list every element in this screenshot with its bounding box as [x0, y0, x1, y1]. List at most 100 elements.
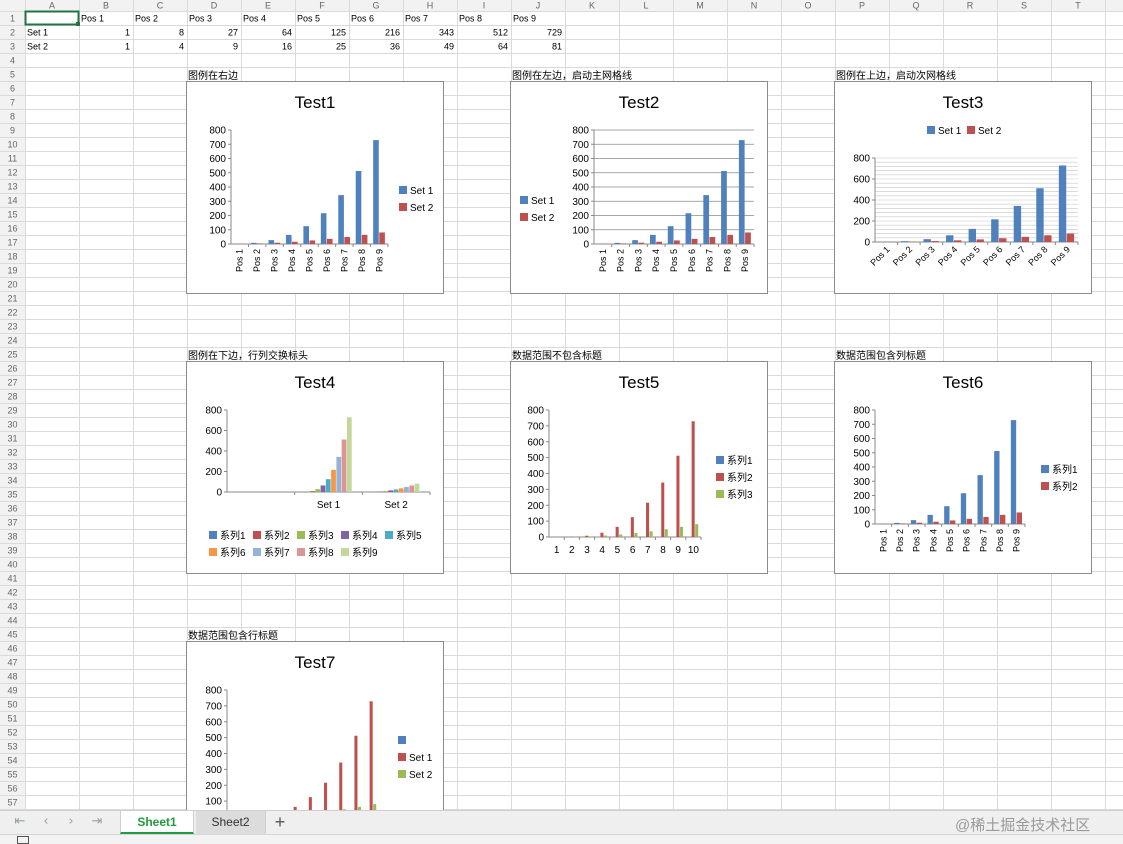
prev-sheet-icon[interactable]: ‹: [38, 814, 54, 830]
cell-value[interactable]: Pos 5: [297, 14, 320, 24]
column-header[interactable]: N: [751, 1, 758, 11]
row-header[interactable]: 20: [7, 280, 17, 290]
column-header[interactable]: J: [536, 1, 541, 11]
row-header[interactable]: 39: [7, 546, 17, 556]
row-header[interactable]: 18: [7, 252, 17, 262]
column-header[interactable]: O: [804, 1, 811, 11]
cell-value[interactable]: 81: [552, 42, 562, 52]
tab-sheet1[interactable]: Sheet1: [120, 811, 194, 834]
cell-value[interactable]: 1: [125, 28, 130, 38]
column-header[interactable]: H: [427, 1, 434, 11]
column-header[interactable]: A: [49, 1, 55, 11]
row-header[interactable]: 49: [7, 686, 17, 696]
row-header[interactable]: 30: [7, 420, 17, 430]
column-header[interactable]: M: [696, 1, 704, 11]
row-header[interactable]: 44: [7, 616, 17, 626]
row-header[interactable]: 56: [7, 784, 17, 794]
cell-value[interactable]: Pos 7: [405, 14, 428, 24]
column-header[interactable]: R: [967, 1, 974, 11]
chart-test4[interactable]: Test4 0 200 400 600 800 Set 1 Set 2 系列1 系列2 系列3 系列4…: [186, 361, 444, 574]
cell-value[interactable]: 4: [179, 42, 184, 52]
cell-value[interactable]: Set 1: [27, 28, 48, 38]
row-header[interactable]: 47: [7, 658, 17, 668]
row-header[interactable]: 1: [10, 14, 15, 24]
row-header[interactable]: 57: [7, 798, 17, 808]
row-header[interactable]: 22: [7, 308, 17, 318]
plus-icon[interactable]: +: [270, 812, 290, 832]
row-header[interactable]: 43: [7, 602, 17, 612]
column-header[interactable]: L: [643, 1, 648, 11]
cell-value[interactable]: 216: [385, 28, 400, 38]
row-header[interactable]: 31: [7, 434, 17, 444]
chart-test6[interactable]: Test6 0 100 200 300 400 500 600 700 800 Pos 1 Pos 2…: [834, 361, 1092, 574]
cell-value[interactable]: 25: [336, 42, 346, 52]
cell-value[interactable]: 27: [228, 28, 238, 38]
cell-value[interactable]: 36: [390, 42, 400, 52]
row-header[interactable]: 13: [7, 182, 17, 192]
row-header[interactable]: 33: [7, 462, 17, 472]
row-header[interactable]: 17: [7, 238, 17, 248]
row-header[interactable]: 28: [7, 392, 17, 402]
row-header[interactable]: 37: [7, 518, 17, 528]
row-header[interactable]: 40: [7, 560, 17, 570]
row-header[interactable]: 19: [7, 266, 17, 276]
next-sheet-icon[interactable]: ›: [63, 814, 79, 830]
row-header[interactable]: 45: [7, 630, 17, 640]
column-header[interactable]: K: [589, 1, 595, 11]
chart-test3[interactable]: Test3 0 200 400 600 800 Pos 1 Pos 2 Pos 3 Pos 4 Po…: [834, 81, 1092, 294]
cell-value[interactable]: 64: [282, 28, 292, 38]
column-header[interactable]: D: [211, 1, 218, 11]
row-header[interactable]: 55: [7, 770, 17, 780]
cell-value[interactable]: Pos 8: [459, 14, 482, 24]
row-header[interactable]: 52: [7, 728, 17, 738]
row-header[interactable]: 46: [7, 644, 17, 654]
column-header[interactable]: I: [483, 1, 486, 11]
column-header[interactable]: Q: [912, 1, 919, 11]
row-header[interactable]: 23: [7, 322, 17, 332]
tab-sheet2[interactable]: Sheet2: [196, 811, 266, 834]
column-header[interactable]: S: [1021, 1, 1027, 11]
row-header[interactable]: 14: [7, 196, 17, 206]
cell-value[interactable]: 16: [282, 42, 292, 52]
row-header[interactable]: 42: [7, 588, 17, 598]
column-header[interactable]: G: [372, 1, 379, 11]
cell-value[interactable]: Pos 4: [243, 14, 266, 24]
row-header[interactable]: 24: [7, 336, 17, 346]
row-header[interactable]: 36: [7, 504, 17, 514]
first-sheet-icon[interactable]: ⇤: [12, 814, 28, 830]
cell-value[interactable]: 125: [331, 28, 346, 38]
cell-value[interactable]: Pos 1: [81, 14, 104, 24]
row-header[interactable]: 21: [7, 294, 17, 304]
row-header[interactable]: 54: [7, 756, 17, 766]
row-header[interactable]: 41: [7, 574, 17, 584]
chart-test1[interactable]: Test1 0 100 200 300 400 500 600 700 800 Pos 1 Pos 2…: [186, 81, 444, 294]
cell-value[interactable]: Set 2: [27, 42, 48, 52]
row-header[interactable]: 27: [7, 378, 17, 388]
cell-value[interactable]: Pos 6: [351, 14, 374, 24]
row-header[interactable]: 32: [7, 448, 17, 458]
sheet-view-icon[interactable]: [17, 836, 29, 844]
chart-test5[interactable]: Test5 0 100 200 300 400 500 600 700 800 1 2 3 4 5 6 7 8 9 1…: [510, 361, 768, 574]
row-header[interactable]: 4: [10, 56, 15, 66]
column-header[interactable]: B: [103, 1, 109, 11]
row-header[interactable]: 8: [10, 112, 15, 122]
row-header[interactable]: 34: [7, 476, 17, 486]
row-header[interactable]: 6: [10, 84, 15, 94]
row-header[interactable]: 5: [10, 70, 15, 80]
row-header[interactable]: 9: [10, 126, 15, 136]
column-header[interactable]: F: [319, 1, 325, 11]
row-header[interactable]: 3: [10, 42, 15, 52]
cell-value[interactable]: 64: [498, 42, 508, 52]
column-header[interactable]: E: [265, 1, 271, 11]
last-sheet-icon[interactable]: ⇥: [89, 814, 105, 830]
row-header[interactable]: 38: [7, 532, 17, 542]
cell-value[interactable]: 49: [444, 42, 454, 52]
row-header[interactable]: 29: [7, 406, 17, 416]
row-header[interactable]: 16: [7, 224, 17, 234]
row-header[interactable]: 35: [7, 490, 17, 500]
column-header[interactable]: C: [157, 1, 164, 11]
cell-value[interactable]: 512: [493, 28, 508, 38]
row-header[interactable]: 11: [8, 154, 17, 164]
cell-value[interactable]: Pos 9: [513, 14, 536, 24]
cell-value[interactable]: 343: [439, 28, 454, 38]
